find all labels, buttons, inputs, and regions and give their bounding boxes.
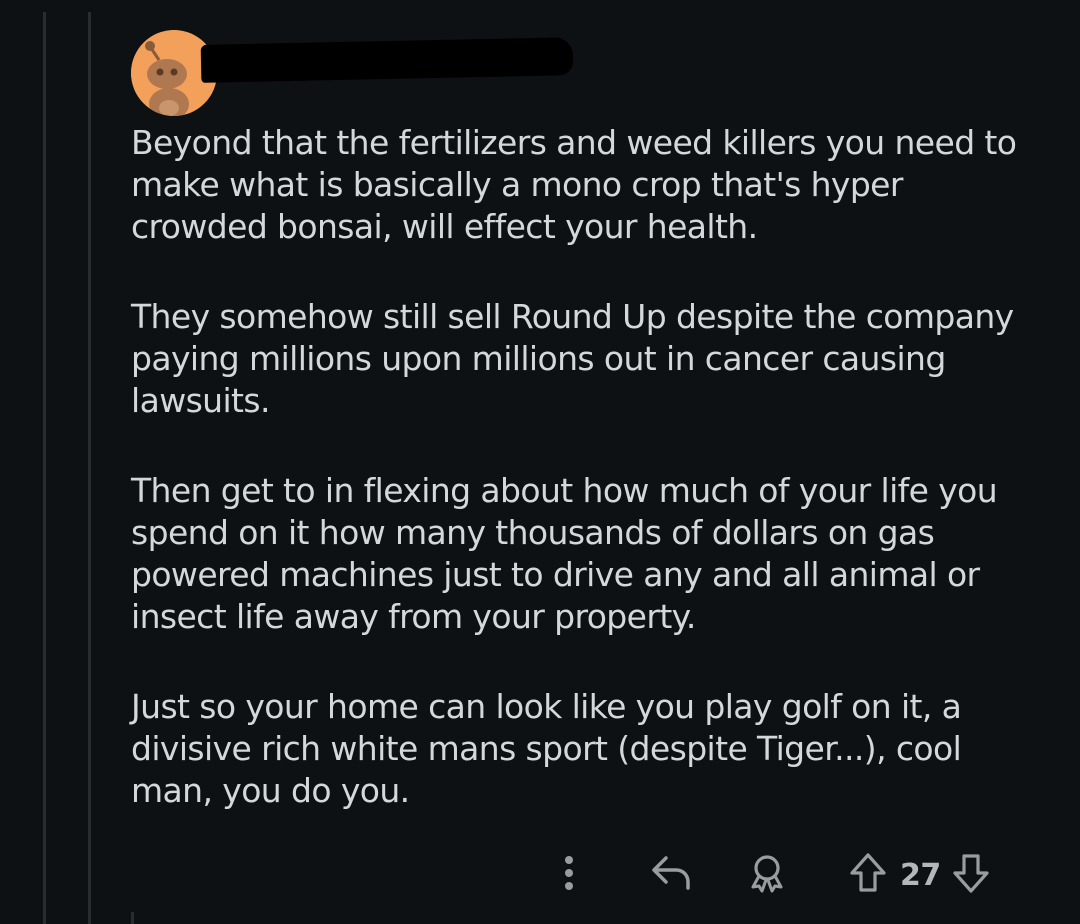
reply-button[interactable] <box>646 854 696 896</box>
upvote-arrow-icon <box>849 852 887 898</box>
award-button[interactable] <box>742 853 792 897</box>
downvote-arrow-icon <box>952 852 990 898</box>
comment-body: Beyond that the fertilizers and weed kil… <box>131 122 1051 812</box>
upvote-button[interactable] <box>844 852 892 898</box>
thread-line-outer[interactable] <box>43 12 46 924</box>
comment-header <box>131 30 1051 116</box>
award-icon <box>747 853 787 897</box>
thread-line-nested[interactable] <box>131 912 134 924</box>
more-vertical-icon <box>563 855 575 895</box>
comment: Beyond that the fertilizers and weed kil… <box>131 30 1051 812</box>
more-options-button[interactable] <box>550 855 588 895</box>
thread-line-inner[interactable] <box>88 12 91 924</box>
comment-paragraph: Beyond that the fertilizers and weed kil… <box>131 123 1017 246</box>
comment-paragraph: Just so your home can look like you play… <box>131 687 962 810</box>
comment-paragraph: Then get to in flexing about how much of… <box>131 471 998 636</box>
downvote-button[interactable] <box>947 852 995 898</box>
username-redacted[interactable] <box>200 37 574 83</box>
comment-paragraph: They somehow still sell Round Up despite… <box>131 297 1014 420</box>
reply-icon <box>650 854 692 896</box>
comment-actions: 27 <box>550 846 995 904</box>
vote-count: 27 <box>900 857 941 893</box>
